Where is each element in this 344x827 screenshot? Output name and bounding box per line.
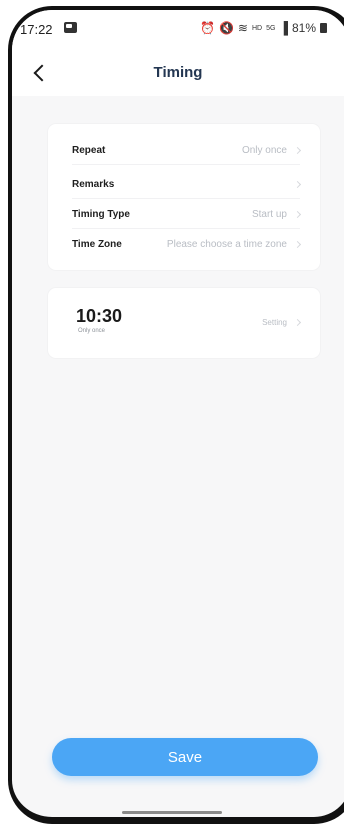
chevron-right-icon [293,180,302,188]
status-bar: 17:22 ⏰ 🔇 ≋ HD 5G ▐ 81% [12,10,344,50]
alarm-icon: ⏰ [200,21,215,35]
screen: 17:22 ⏰ 🔇 ≋ HD 5G ▐ 81% Timing Repeat On… [0,0,344,827]
home-indicator[interactable] [122,811,222,814]
remarks-row[interactable]: Remarks [72,170,302,199]
timing-type-value: Start up [251,208,287,220]
timing-type-row[interactable]: Timing Type Start up [72,200,302,229]
timer-repeat: Only once [78,328,106,334]
time-zone-row[interactable]: Time Zone Please choose a time zone [72,230,302,258]
wifi-icon: ≋ [237,21,248,35]
chevron-right-icon [293,210,302,218]
battery-percent: 81% [291,21,316,35]
repeat-value: Only once [241,144,287,156]
page-title: Timing [153,64,203,81]
chevron-right-icon [293,318,302,327]
timer-time: 10:30 [76,306,123,326]
mute-icon: 🔇 [218,21,234,35]
signal-icon: ▐ [279,21,288,35]
timer-card[interactable]: 10:30 Only once Setting [48,288,320,358]
hd-icon: HD [251,24,263,32]
timer-setting-label: Setting [262,318,287,327]
chevron-right-icon [293,240,302,248]
network-type: 5G [266,24,276,32]
timing-type-label: Timing Type [72,208,130,220]
repeat-label: Repeat [72,144,106,156]
save-button[interactable]: Save [52,738,318,776]
status-icons: ⏰ 🔇 ≋ HD 5G ▐ 81% [200,21,327,35]
chevron-right-icon [293,146,302,154]
time-zone-value: Please choose a time zone [166,238,287,250]
time-zone-label: Time Zone [72,238,122,250]
remarks-label: Remarks [72,178,115,190]
repeat-row[interactable]: Repeat Only once [72,136,302,165]
battery-icon [320,23,327,33]
settings-card: Repeat Only once Remarks Timing Type Sta… [48,124,320,270]
nav-bar: Timing [12,50,344,96]
phone-frame: 17:22 ⏰ 🔇 ≋ HD 5G ▐ 81% Timing Repeat On… [8,6,344,824]
timer-setting-link[interactable]: Setting [262,318,302,327]
photo-notification-icon [64,22,77,33]
status-time: 17:22 [20,22,53,37]
